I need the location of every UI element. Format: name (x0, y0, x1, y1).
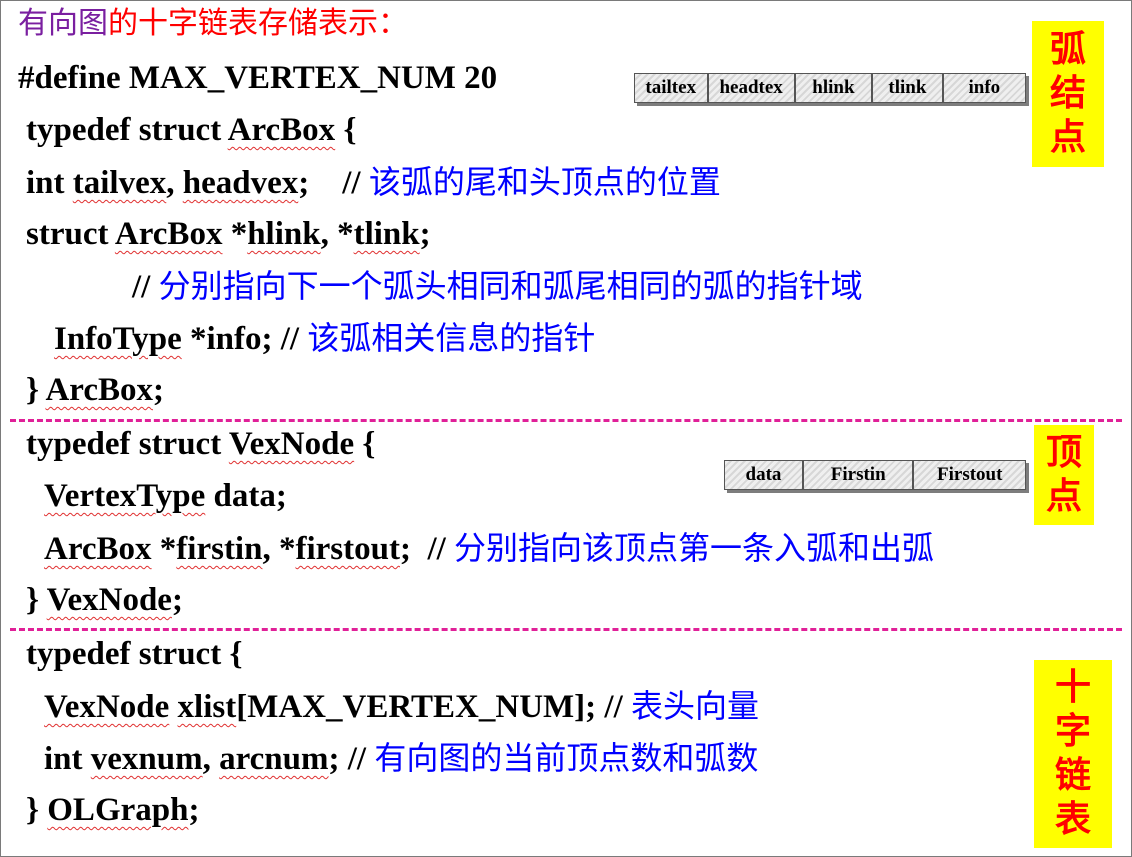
arcbox-link-comment: // 分别指向下一个弧头相同和弧尾相同的弧的指针域 (132, 267, 863, 305)
field-cell: Firstout (914, 461, 1025, 489)
vexnode-first-line: ArcBox *firstin, *firstout; // 分别指向该顶点第一… (44, 529, 935, 567)
arcbox-info-line: InfoType *info; // 该弧相关信息的指针 (54, 319, 596, 357)
vertex-tag: 顶点 (1034, 425, 1094, 525)
code-comment: 该弧的尾和头顶点的位置 (368, 163, 721, 201)
title-part-1: 有向图 (18, 6, 108, 41)
field-cell: Firstin (803, 461, 915, 489)
vertex-field-box: data Firstin Firstout (724, 460, 1026, 490)
field-cell: hlink (795, 74, 874, 102)
code-comment: 该弧相关信息的指针 (307, 319, 596, 357)
olgraph-close: } OLGraph; (26, 792, 200, 828)
arcbox-link-line: struct ArcBox *hlink, *tlink; (26, 216, 431, 252)
arc-node-field-box: tailtex headtex hlink tlink info (634, 73, 1026, 103)
vexnode-close: } VexNode; (26, 582, 183, 618)
olgraph-open: typedef struct { (26, 636, 243, 672)
arcbox-close: } ArcBox; (26, 372, 164, 408)
code-comment: 分别指向下一个弧头相同和弧尾相同的弧的指针域 (158, 267, 863, 305)
cross-list-tag: 十字链表 (1034, 660, 1112, 848)
field-cell: data (725, 461, 804, 489)
field-cell: tailtex (635, 74, 709, 102)
arcbox-open: typedef struct ArcBox { (26, 112, 357, 148)
code-comment: 有向图的当前顶点数和弧数 (374, 739, 759, 777)
arc-node-tag: 弧结点 (1032, 21, 1104, 167)
field-cell: info (943, 74, 1025, 102)
vexnode-data-line: VertexType data; (44, 478, 287, 514)
field-cell: headtex (708, 74, 796, 102)
code-comment: 分别指向该顶点第一条入弧和出弧 (454, 529, 935, 567)
slide-title: 有向图的十字链表存储表示： (18, 4, 408, 44)
code-comment: 表头向量 (631, 687, 760, 725)
olgraph-num-line: int vexnum, arcnum; // 有向图的当前顶点数和弧数 (44, 739, 759, 777)
arcbox-vex-line: int tailvex, headvex; // 该弧的尾和头顶点的位置 (26, 163, 721, 201)
olgraph-xlist-line: VexNode xlist[MAX_VERTEX_NUM]; // 表头向量 (44, 687, 760, 725)
section-divider (10, 628, 1122, 631)
title-part-2: 的十字链表存储表示： (108, 6, 408, 41)
field-cell: tlink (873, 74, 944, 102)
vexnode-open: typedef struct VexNode { (26, 426, 376, 462)
section-divider (10, 419, 1122, 422)
define-line: #define MAX_VERTEX_NUM 20 (18, 60, 498, 96)
